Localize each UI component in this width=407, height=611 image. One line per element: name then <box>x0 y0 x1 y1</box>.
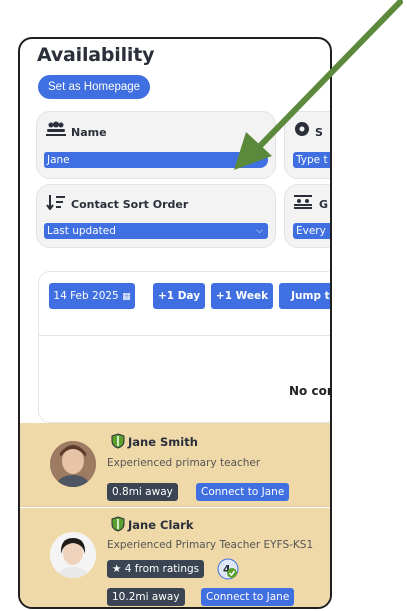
annotation-arrow <box>234 0 403 170</box>
